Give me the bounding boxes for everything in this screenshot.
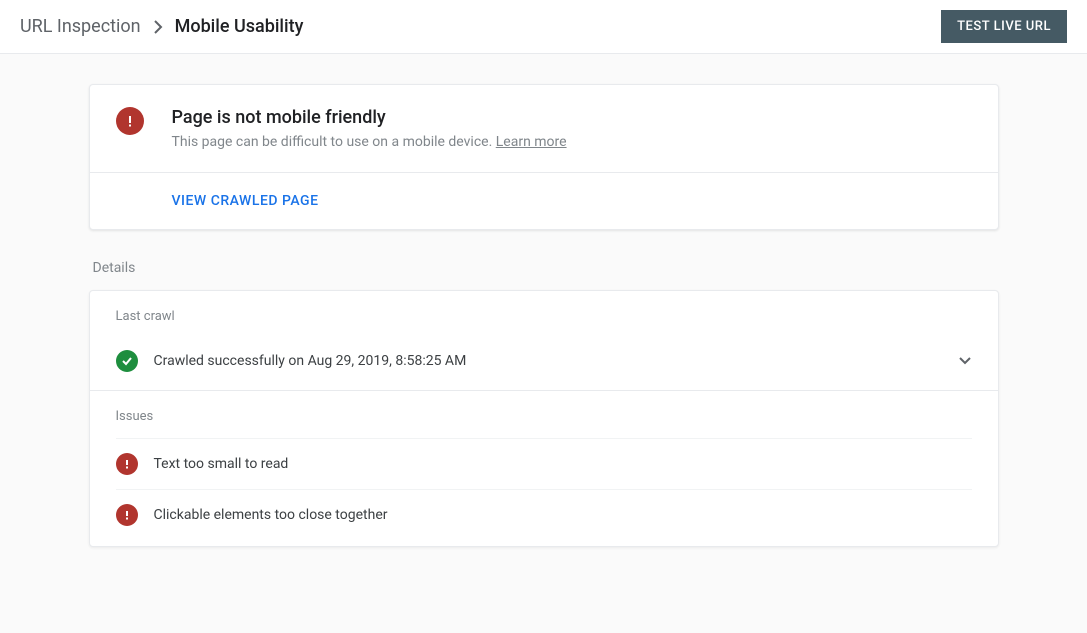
learn-more-link[interactable]: Learn more [496,134,567,150]
status-card: Page is not mobile friendly This page ca… [89,84,999,230]
breadcrumb: URL Inspection Mobile Usability [20,16,303,37]
status-title: Page is not mobile friendly [172,107,567,128]
error-icon [116,504,138,526]
status-subtitle-text: This page can be difficult to use on a m… [172,134,496,150]
issue-item[interactable]: Clickable elements too close together [116,489,972,540]
details-label: Details [93,260,999,276]
issue-item[interactable]: Text too small to read [116,438,972,489]
issues-heading: Issues [116,409,972,424]
crawl-status-row[interactable]: Crawled successfully on Aug 29, 2019, 8:… [116,338,972,384]
issue-text: Text too small to read [154,456,289,472]
issues-section: Issues Text too small to read Clickable … [90,391,998,546]
status-subtitle: This page can be difficult to use on a m… [172,134,567,150]
crawl-status-text: Crawled successfully on Aug 29, 2019, 8:… [154,353,942,369]
chevron-down-icon[interactable] [958,356,972,366]
last-crawl-heading: Last crawl [116,309,972,324]
page-header: URL Inspection Mobile Usability TEST LIV… [0,0,1087,54]
main-content: Page is not mobile friendly This page ca… [89,54,999,547]
breadcrumb-current: Mobile Usability [175,16,304,37]
details-card: Last crawl Crawled successfully on Aug 2… [89,290,999,547]
issue-text: Clickable elements too close together [154,507,388,523]
error-icon [116,107,144,135]
view-crawled-page-button[interactable]: VIEW CRAWLED PAGE [90,173,998,229]
status-row: Page is not mobile friendly This page ca… [90,85,998,172]
status-text: Page is not mobile friendly This page ca… [172,107,567,150]
checkmark-icon [116,350,138,372]
last-crawl-section: Last crawl Crawled successfully on Aug 2… [90,291,998,390]
chevron-right-icon [153,20,163,34]
test-live-url-button[interactable]: TEST LIVE URL [941,10,1067,43]
error-icon [116,453,138,475]
breadcrumb-parent[interactable]: URL Inspection [20,16,141,37]
